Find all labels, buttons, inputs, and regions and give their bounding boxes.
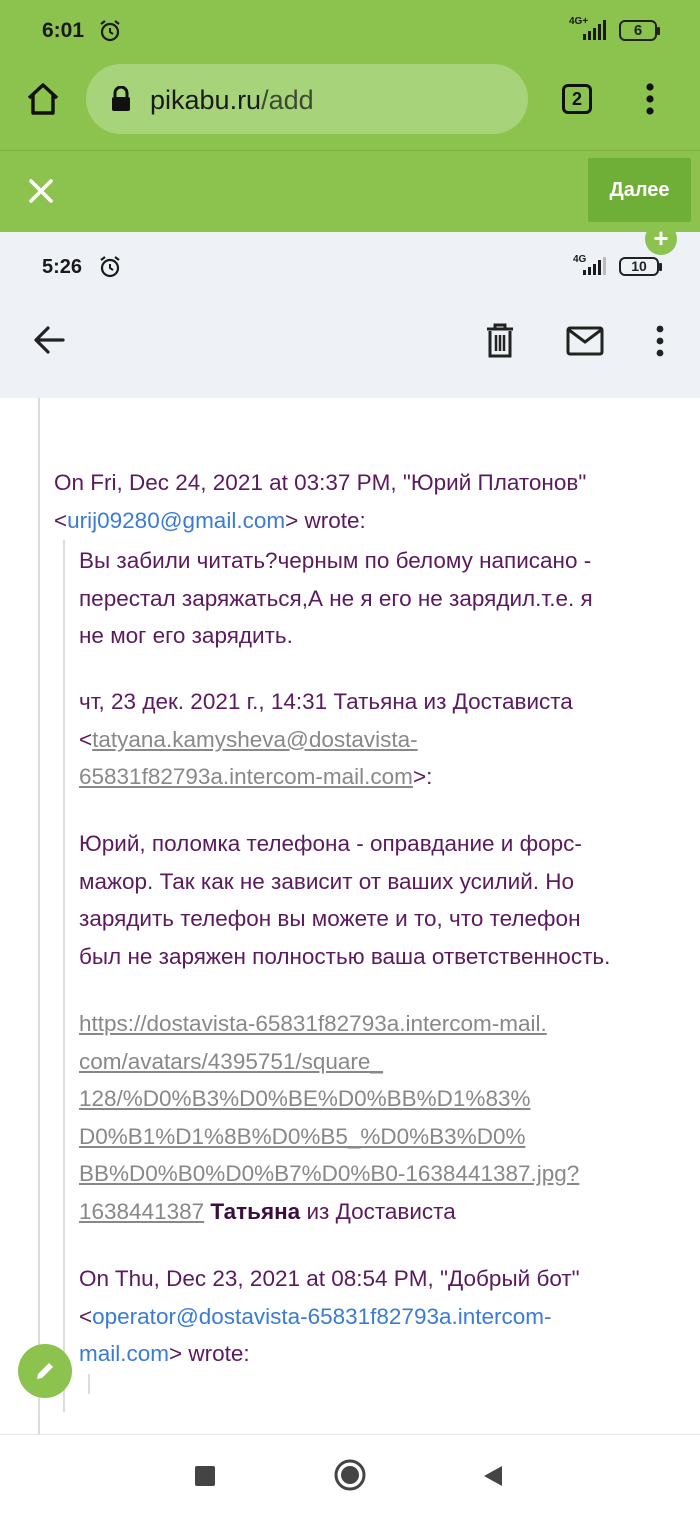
- message-line: не мог его зарядить.: [79, 623, 293, 648]
- mail-icon[interactable]: [566, 326, 604, 356]
- home-icon[interactable]: [24, 80, 62, 118]
- close-icon[interactable]: [28, 178, 54, 204]
- quote-header-sender: <urij09280@gmail.com> wrote:: [54, 507, 366, 533]
- quote-header-sender-cont: mail.com> wrote:: [79, 1341, 250, 1366]
- avatar-link[interactable]: com/avatars/4395751/square_: [79, 1043, 579, 1081]
- message-line: Юрий, поломка телефона - оправдание и фо…: [79, 831, 582, 856]
- signal-icon: [583, 257, 606, 275]
- avatar-link-block: https://dostavista-65831f82793a.intercom…: [79, 1005, 579, 1230]
- more-vert-icon[interactable]: [651, 324, 669, 358]
- quote-header: чт, 23 дек. 2021 г., 14:31 Татьяна из До…: [79, 683, 573, 796]
- signal-icon: [583, 20, 606, 40]
- back-arrow-icon[interactable]: [32, 324, 66, 356]
- pencil-icon: [37, 1363, 53, 1379]
- quote-header-line: On Fri, Dec 24, 2021 at 03:37 PM, "Юрий …: [54, 470, 587, 495]
- sender-email-link[interactable]: tatyana.kamysheva@dostavista-: [92, 727, 418, 752]
- more-vert-icon[interactable]: [640, 82, 660, 116]
- quoted-message: Юрий, поломка телефона - оправдание и фо…: [79, 825, 610, 975]
- edit-button[interactable]: [18, 1344, 72, 1398]
- url-host: pikabu.ru: [150, 85, 262, 115]
- lock-icon: [112, 86, 130, 111]
- address-bar[interactable]: pikabu.ru/add: [86, 64, 528, 134]
- battery-level: 6: [633, 22, 643, 39]
- avatar-link[interactable]: 128/%D0%B3%D0%BE%D0%BB%D1%83%: [79, 1080, 579, 1118]
- battery-indicator: 6: [619, 20, 660, 41]
- avatar-link[interactable]: 1638441387: [79, 1199, 204, 1224]
- signature-company: из Достависта: [300, 1198, 456, 1224]
- message-line: зарядить телефон вы можете и то, что тел…: [79, 906, 581, 931]
- url-text: pikabu.ru/add: [150, 85, 314, 116]
- alarm-icon: [100, 20, 120, 42]
- delete-icon[interactable]: [485, 323, 515, 359]
- avatar-link[interactable]: BB%D0%B0%D0%B7%D0%B0-1638441387.jpg?: [79, 1155, 579, 1193]
- quote-header-line: чт, 23 дек. 2021 г., 14:31 Татьяна из До…: [79, 689, 573, 714]
- message-line: мажор. Так как не зависит от ваших усили…: [79, 868, 575, 894]
- quote-header-sender: <tatyana.kamysheva@dostavista-: [79, 726, 418, 752]
- back-triangle-icon[interactable]: [482, 1464, 504, 1488]
- toolbar-divider: [0, 150, 700, 151]
- browser-chrome: 6:01 4G+ 6 pikabu.ru/add 2 Далее: [0, 0, 700, 232]
- sender-email-link[interactable]: 65831f82793a.intercom-mail.com: [79, 764, 413, 789]
- message-line: перестал заряжаться,А не я его не заряди…: [79, 585, 593, 611]
- system-nav-bar: [0, 1434, 700, 1518]
- message-line: Вы забили читать?черным по белому написа…: [79, 548, 592, 573]
- avatar-link[interactable]: https://dostavista-65831f82793a.intercom…: [79, 1005, 579, 1043]
- status-time: 6:01: [42, 19, 85, 42]
- signature-name: Татьяна: [210, 1198, 301, 1224]
- quote-header: On Fri, Dec 24, 2021 at 03:37 PM, "Юрий …: [54, 464, 586, 539]
- message-line: был не заряжен полностью ваша ответствен…: [79, 943, 611, 969]
- alarm-icon: [100, 256, 120, 278]
- add-image-button[interactable]: +: [645, 223, 677, 255]
- quote-bar-nested: [88, 1374, 90, 1394]
- signature-line: 1638441387 Татьяна из Достависта: [79, 1193, 579, 1231]
- quote-header-line: On Thu, Dec 23, 2021 at 08:54 PM, "Добры…: [79, 1266, 580, 1291]
- home-circle-icon[interactable]: [334, 1459, 366, 1491]
- quoted-message: Вы забили читать?черным по белому написа…: [79, 542, 593, 655]
- sender-email-link[interactable]: urij09280@gmail.com: [67, 508, 285, 533]
- quote-bar-outer: [38, 398, 40, 1434]
- mail-toolbar: [0, 300, 700, 398]
- tab-switcher-button[interactable]: 2: [562, 84, 592, 114]
- sender-email-link[interactable]: operator@dostavista-65831f82793a.interco…: [92, 1304, 551, 1329]
- avatar-link[interactable]: D0%B1%D1%8B%D0%B5_%D0%B3%D0%: [79, 1118, 579, 1156]
- battery-level: 10: [631, 258, 647, 274]
- quote-header-sender: <operator@dostavista-65831f82793a.interc…: [79, 1303, 552, 1329]
- quote-header-sender-cont: 65831f82793a.intercom-mail.com>:: [79, 764, 433, 789]
- sender-email-link[interactable]: mail.com: [79, 1341, 169, 1366]
- battery-indicator: 10: [619, 257, 662, 276]
- url-path: /add: [261, 85, 314, 115]
- quote-bar-inner: [63, 540, 65, 1412]
- next-button[interactable]: Далее: [588, 158, 691, 222]
- recents-square-icon[interactable]: [194, 1465, 216, 1487]
- quote-header: On Thu, Dec 23, 2021 at 08:54 PM, "Добры…: [79, 1260, 580, 1373]
- screenshot-status-time: 5:26: [42, 256, 83, 278]
